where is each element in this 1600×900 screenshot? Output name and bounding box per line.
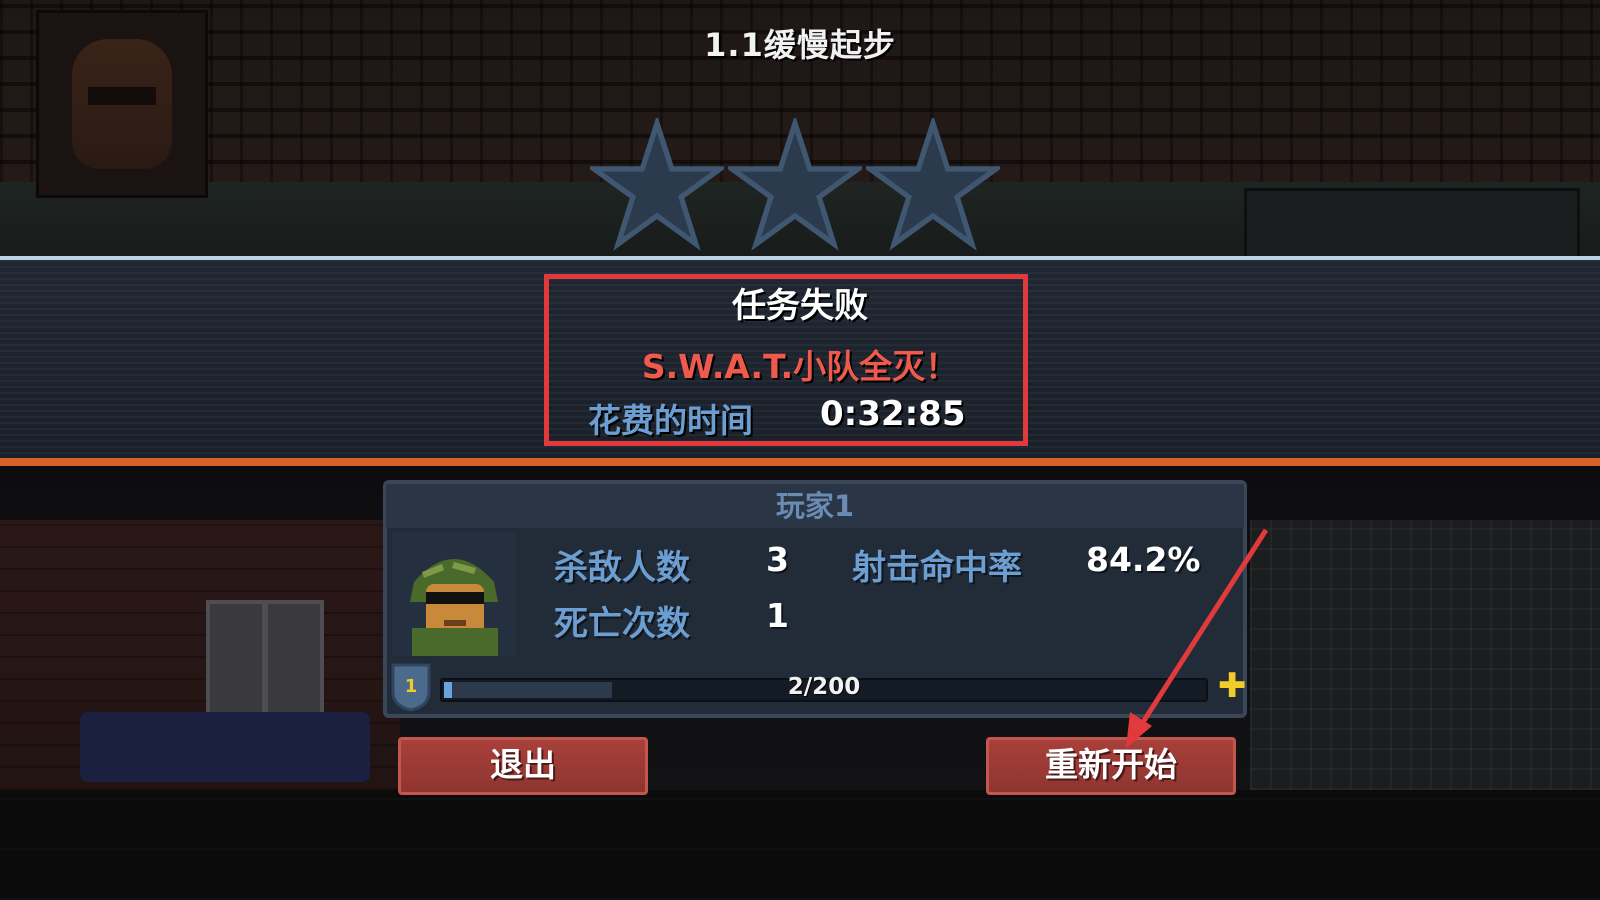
sofa: [80, 712, 370, 782]
floor: [0, 790, 1600, 900]
accuracy-label: 射击命中率: [852, 548, 1022, 588]
background-window: [1244, 188, 1580, 266]
star-icon: [866, 118, 1000, 251]
level-shield-icon: 1: [391, 663, 431, 712]
player-name: 玩家1: [386, 484, 1244, 528]
kitchen-room: [1250, 520, 1600, 790]
deaths-value: 1: [766, 596, 789, 635]
plus-icon[interactable]: ✚: [1218, 669, 1247, 703]
star-rating: [590, 118, 1000, 258]
exit-button[interactable]: 退出: [398, 737, 648, 795]
result-band-bottom-line: [0, 458, 1600, 466]
deaths-label: 死亡次数: [554, 604, 690, 644]
star-icon: [590, 118, 724, 251]
soldier-avatar-icon: [392, 532, 516, 656]
restart-button[interactable]: 重新开始: [986, 737, 1236, 795]
highlight-box: [544, 274, 1028, 446]
kills-value: 3: [766, 540, 789, 579]
room-window: [206, 600, 324, 720]
accuracy-value: 84.2%: [1086, 540, 1201, 579]
xp-text: 2/200: [787, 674, 861, 700]
level-title: 1.1缓慢起步: [704, 26, 896, 64]
game-scene: 1.1缓慢起步 任务失败 S.W.A.T.小队全灭！ 花费的时间 0:32:85…: [0, 0, 1600, 900]
kills-label: 杀敌人数: [554, 548, 690, 588]
level-number: 1: [405, 676, 418, 697]
star-icon: [728, 118, 862, 251]
